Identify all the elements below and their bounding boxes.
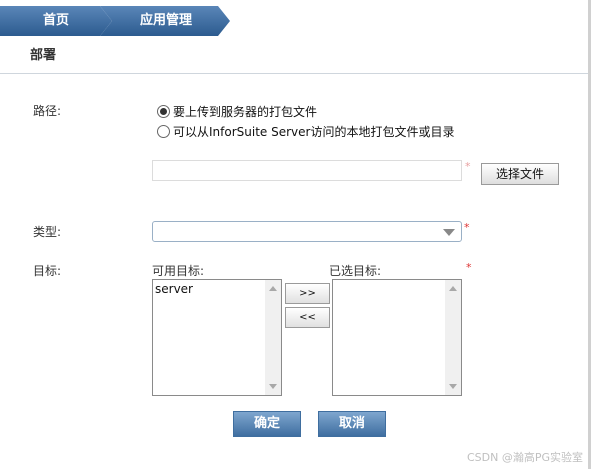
- target-label: 目标:: [33, 264, 62, 278]
- selected-targets-list[interactable]: [332, 279, 462, 396]
- selected-targets-label: 已选目标:: [329, 264, 382, 278]
- breadcrumb-app-management[interactable]: 应用管理: [100, 6, 232, 36]
- scroll-down-icon[interactable]: [269, 384, 277, 389]
- scrollbar[interactable]: [265, 280, 281, 395]
- watermark: CSDN @瀚高PG实验室: [466, 451, 583, 464]
- chevron-down-icon[interactable]: [443, 229, 455, 236]
- required-mark: *: [464, 221, 470, 234]
- scrollbar[interactable]: [445, 280, 461, 395]
- breadcrumb: 首页 应用管理: [0, 6, 591, 36]
- scroll-up-icon[interactable]: [269, 286, 277, 291]
- breadcrumb-app-label: 应用管理: [139, 13, 192, 28]
- list-item[interactable]: server: [155, 282, 193, 296]
- radio-local-label: 可以从InforSuite Server访问的本地打包文件或目录: [173, 125, 455, 139]
- required-mark: *: [465, 160, 471, 173]
- radio-upload-row[interactable]: 要上传到服务器的打包文件: [157, 104, 317, 120]
- section-title: 部署: [30, 48, 57, 63]
- available-targets-label: 可用目标:: [152, 264, 205, 278]
- radio-local-row[interactable]: 可以从InforSuite Server访问的本地打包文件或目录: [157, 124, 454, 140]
- available-targets-list[interactable]: server: [152, 279, 282, 396]
- add-target-button[interactable]: >>: [285, 283, 330, 304]
- radio-upload-label: 要上传到服务器的打包文件: [173, 105, 318, 119]
- file-path-input[interactable]: [152, 160, 462, 181]
- radio-local-icon[interactable]: [157, 125, 170, 138]
- breadcrumb-home-label: 首页: [42, 13, 69, 28]
- cancel-button[interactable]: 取消: [318, 411, 386, 437]
- type-label: 类型:: [33, 225, 62, 239]
- confirm-button[interactable]: 确定: [233, 411, 301, 437]
- choose-file-button[interactable]: 选择文件: [481, 163, 559, 185]
- required-mark: *: [466, 261, 472, 274]
- scroll-up-icon[interactable]: [449, 286, 457, 291]
- type-select[interactable]: [152, 221, 462, 242]
- radio-upload-icon[interactable]: [157, 105, 170, 118]
- scroll-down-icon[interactable]: [449, 384, 457, 389]
- divider: [0, 73, 591, 74]
- breadcrumb-home[interactable]: 首页: [0, 6, 112, 36]
- path-label: 路径:: [33, 104, 62, 118]
- remove-target-button[interactable]: <<: [285, 307, 330, 328]
